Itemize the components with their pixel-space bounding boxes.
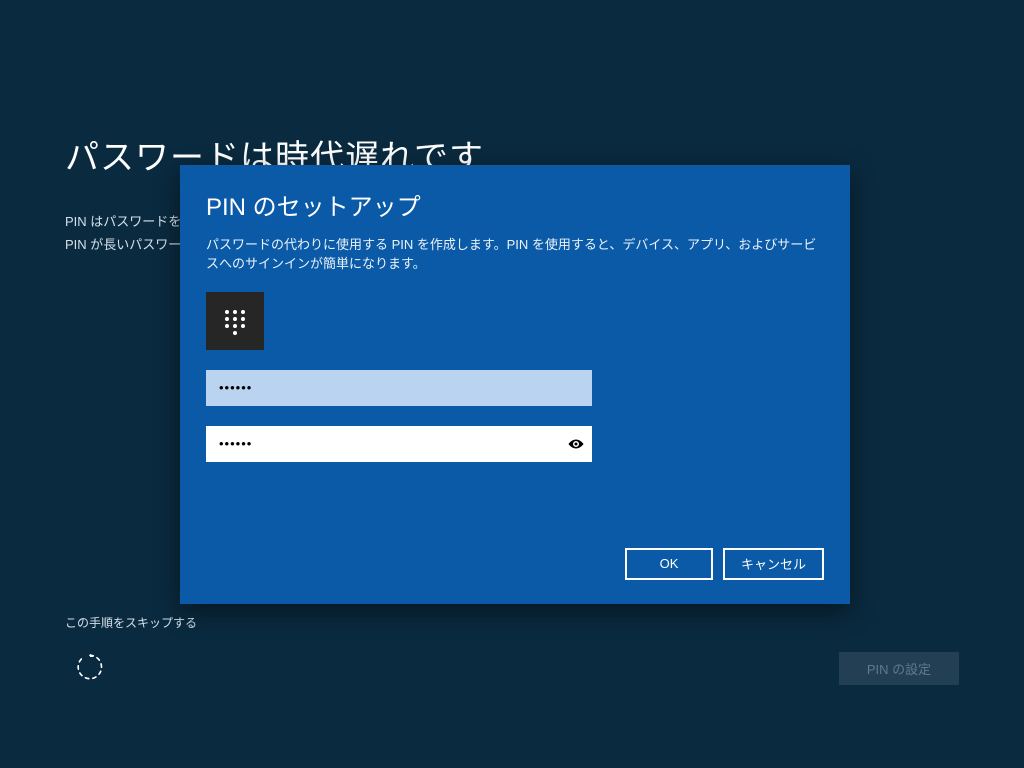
cancel-button[interactable]: キャンセル	[723, 548, 824, 580]
ok-button[interactable]: OK	[625, 548, 713, 580]
dialog-description: パスワードの代わりに使用する PIN を作成します。PIN を使用すると、デバイ…	[206, 236, 824, 274]
loading-spinner-icon	[75, 652, 105, 682]
pin-confirm-row	[206, 426, 824, 462]
dialog-title: PIN のセットアップ	[206, 187, 824, 222]
pin-confirm-input[interactable]	[206, 426, 592, 462]
pin-input-row	[206, 370, 824, 406]
keypad-icon	[206, 292, 264, 350]
windows-setup-pin-page: パスワードは時代遅れです PIN はパスワードを PIN が長いパスワー この手…	[0, 0, 1024, 768]
skip-step-link[interactable]: この手順をスキップする	[65, 614, 197, 631]
pin-setup-dialog: PIN のセットアップ パスワードの代わりに使用する PIN を作成します。PI…	[180, 165, 850, 604]
pin-set-button: PIN の設定	[839, 652, 959, 685]
reveal-password-icon[interactable]	[560, 426, 592, 462]
dialog-button-row: OK キャンセル	[206, 548, 824, 580]
pin-input[interactable]	[206, 370, 592, 406]
